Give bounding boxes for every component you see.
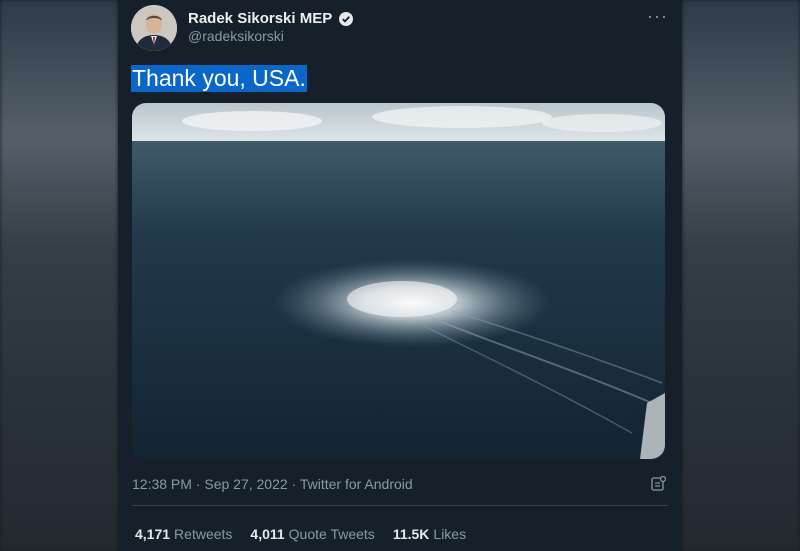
author-handle[interactable]: @radeksikorski — [188, 28, 284, 44]
blurred-background-right — [682, 0, 800, 551]
tweet-card: Radek Sikorski MEP @radeksikorski ··· Th… — [118, 0, 682, 551]
author-name-row: Radek Sikorski MEP — [188, 10, 354, 27]
avatar[interactable] — [131, 5, 177, 51]
verified-badge-icon — [339, 11, 354, 26]
engagement-stats: 4,171 Retweets 4,011 Quote Tweets 11.5K Lik… — [135, 526, 466, 542]
profile-photo-icon — [131, 5, 177, 51]
retweets-label: Retweets — [174, 526, 233, 542]
blurred-background-left — [0, 0, 118, 551]
tweet-text: Thank you, USA. — [131, 65, 307, 92]
author-name[interactable]: Radek Sikorski MEP — [188, 10, 332, 27]
retweets-count: 4,171 — [135, 526, 171, 542]
sea-gas-leak-photo — [132, 103, 665, 459]
divider — [132, 505, 668, 506]
analytics-icon[interactable] — [650, 476, 666, 492]
quotes-label: Quote Tweets — [288, 526, 375, 542]
tweet-timestamp[interactable]: 12:38 PM · Sep 27, 2022 · Twitter for An… — [132, 476, 413, 492]
likes-count: 11.5K — [392, 526, 430, 542]
more-options-button[interactable]: ··· — [647, 6, 668, 27]
quote-tweets-stat[interactable]: 4,011 Quote Tweets — [250, 526, 374, 542]
quotes-count: 4,011 — [250, 526, 285, 542]
likes-label: Likes — [433, 526, 467, 542]
tweet-image[interactable] — [132, 103, 665, 459]
likes-stat[interactable]: 11.5K Likes — [393, 526, 466, 542]
retweets-stat[interactable]: 4,171 Retweets — [135, 526, 232, 542]
